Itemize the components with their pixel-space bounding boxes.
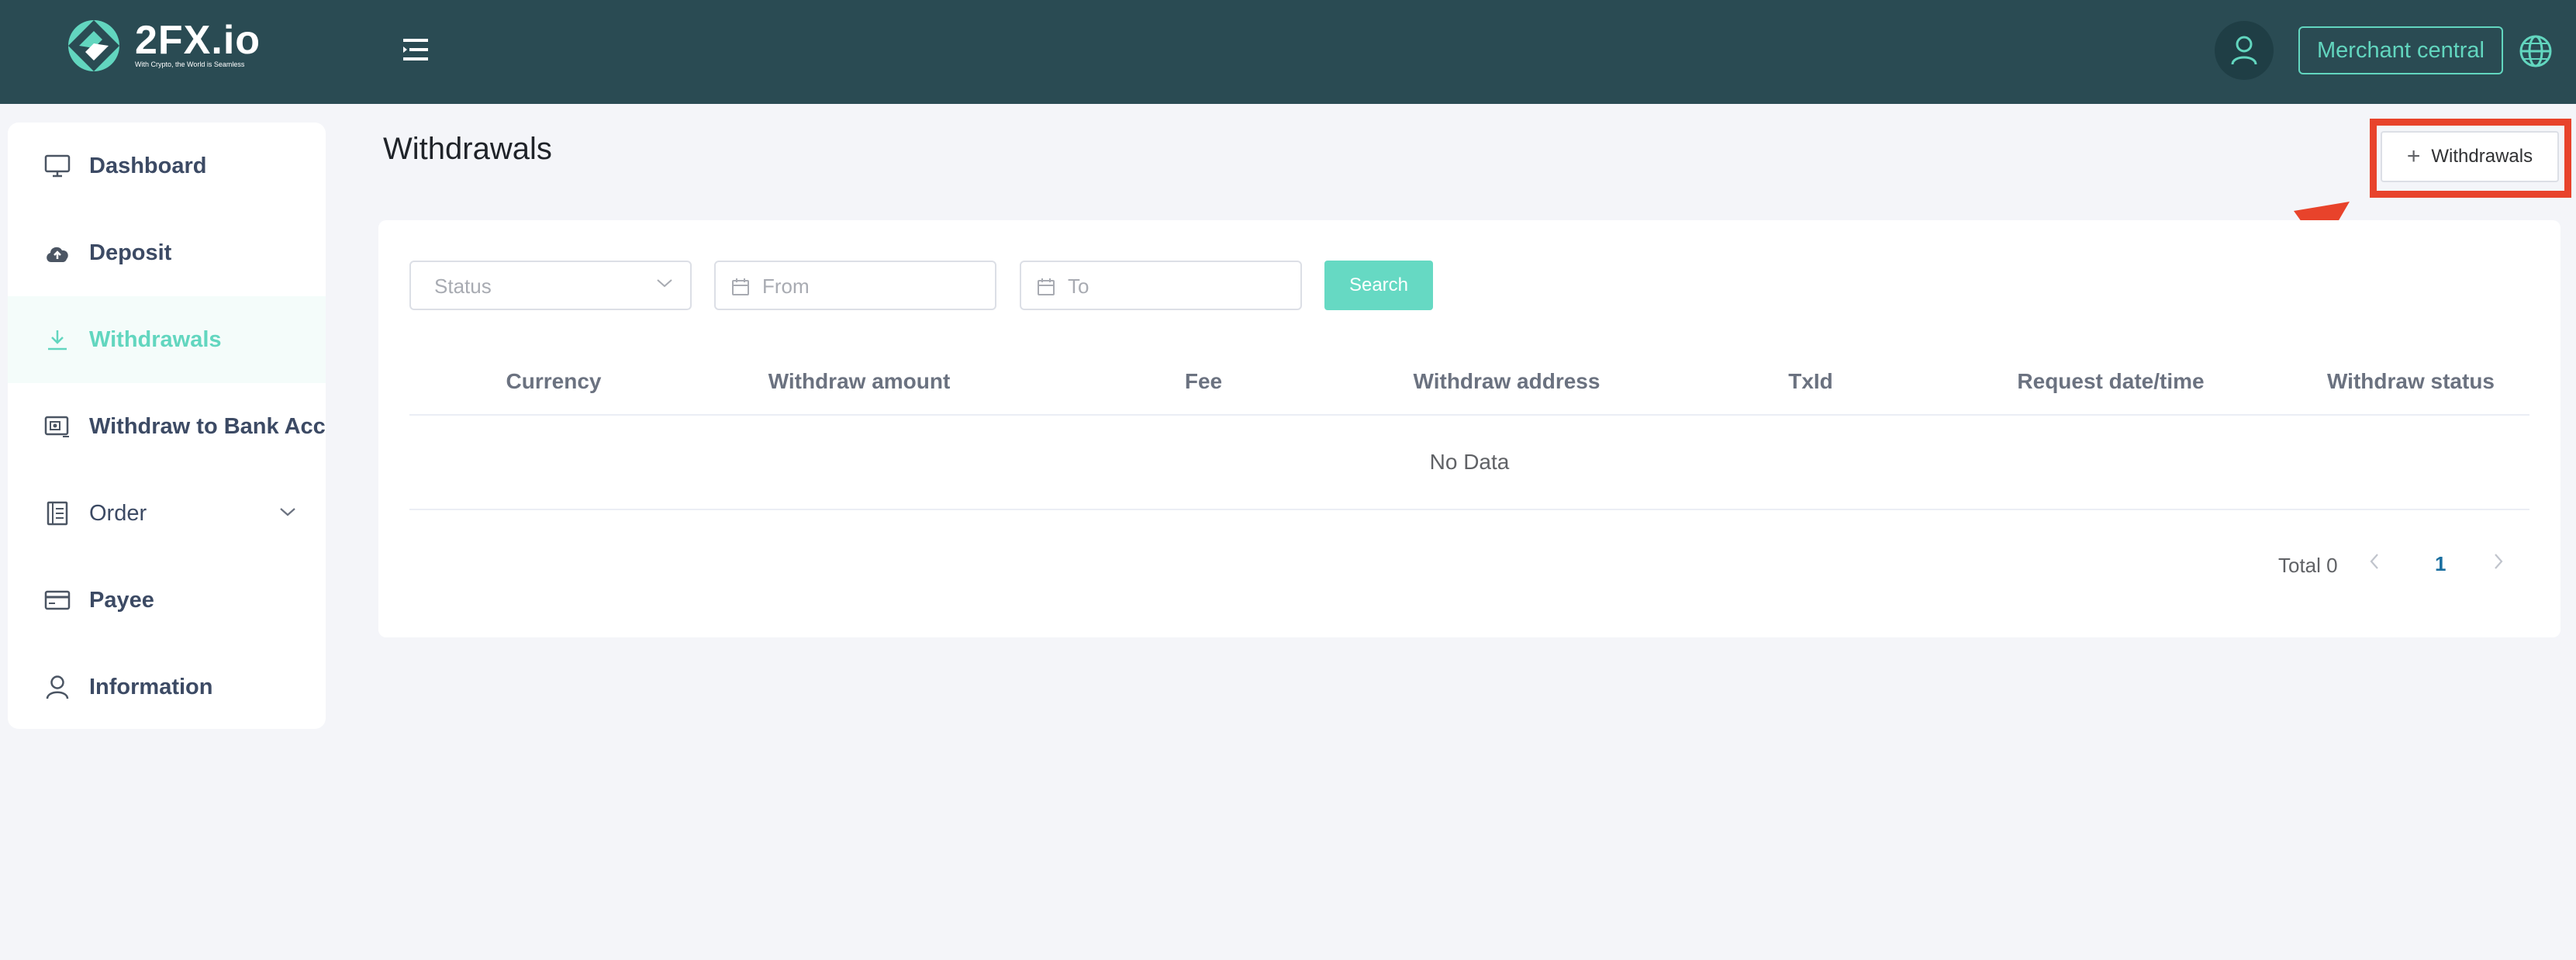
calendar-icon: [731, 278, 750, 300]
sidebar-item-label: Withdrawals: [89, 326, 222, 352]
sidebar-item-withdraw-to-bank[interactable]: Withdraw to Bank Account: [8, 383, 326, 470]
person-icon: [42, 672, 73, 703]
credit-card-icon: [42, 585, 73, 616]
user-icon: [2231, 36, 2257, 65]
sidebar: Dashboard Deposit Withdrawals Withdraw t…: [8, 123, 326, 729]
to-date-field: [1020, 261, 1302, 310]
sidebar-item-withdrawals[interactable]: Withdrawals: [8, 296, 326, 383]
sidebar-item-dashboard[interactable]: Dashboard: [8, 123, 326, 209]
cloud-upload-icon: [42, 237, 73, 268]
monitor-icon: [42, 150, 73, 181]
column-fee[interactable]: Fee: [1185, 369, 1222, 394]
sidebar-item-label: Payee: [89, 587, 154, 613]
pagination-page-current[interactable]: 1: [2435, 552, 2446, 576]
sidebar-item-label: Deposit: [89, 240, 172, 265]
add-withdrawal-button[interactable]: + Withdrawals: [2381, 131, 2559, 182]
pagination-total: Total 0: [2278, 554, 2338, 577]
logo-icon: [68, 20, 119, 71]
status-placeholder: Status: [434, 275, 492, 298]
from-date-input[interactable]: [762, 270, 979, 302]
search-button[interactable]: Search: [1324, 261, 1433, 310]
empty-text: No Data: [1429, 450, 1510, 474]
add-withdrawal-label: Withdrawals: [2431, 146, 2533, 167]
to-date-input[interactable]: [1068, 270, 1285, 302]
column-withdraw-address[interactable]: Withdraw address: [1414, 369, 1601, 394]
brand-tagline: With Crypto, the World is Seamless: [135, 60, 245, 68]
table-header: Currency Withdraw amount Fee Withdraw ad…: [409, 351, 2529, 416]
status-select[interactable]: Status: [409, 261, 692, 310]
plus-icon: +: [2406, 143, 2421, 169]
sidebar-item-information[interactable]: Information: [8, 644, 326, 729]
from-date-field: [714, 261, 996, 310]
globe-icon[interactable]: [2519, 34, 2553, 68]
sidebar-item-label: Order: [89, 500, 147, 526]
document-icon: [42, 498, 73, 529]
bank-card-icon: [42, 411, 73, 442]
column-withdraw-status[interactable]: Withdraw status: [2327, 369, 2495, 394]
sidebar-item-order[interactable]: Order: [8, 470, 326, 557]
merchant-central-button[interactable]: Merchant central: [2298, 26, 2503, 74]
user-avatar-button[interactable]: [2215, 21, 2274, 80]
table-empty-row: No Data: [409, 416, 2529, 510]
sidebar-item-deposit[interactable]: Deposit: [8, 209, 326, 296]
chevron-left-icon[interactable]: [2368, 552, 2381, 575]
column-currency[interactable]: Currency: [506, 369, 602, 394]
chevron-right-icon[interactable]: [2492, 552, 2505, 575]
column-withdraw-amount[interactable]: Withdraw amount: [768, 369, 951, 394]
page-title: Withdrawals: [383, 132, 552, 166]
brand-name: 2FX.io: [135, 18, 261, 63]
sidebar-item-label: Information: [89, 674, 213, 699]
column-request-datetime[interactable]: Request date/time: [2017, 369, 2204, 394]
chevron-down-icon: [656, 278, 673, 292]
chevron-down-icon: [279, 506, 296, 521]
sidebar-item-payee[interactable]: Payee: [8, 557, 326, 644]
sidebar-item-label: Dashboard: [89, 153, 207, 178]
brand-logo[interactable]: 2FX.io With Crypto, the World is Seamles…: [64, 16, 296, 78]
column-txid[interactable]: TxId: [1788, 369, 1833, 394]
top-bar: 2FX.io With Crypto, the World is Seamles…: [0, 0, 2576, 104]
menu-icon[interactable]: [399, 36, 433, 64]
withdrawals-card: Status Search Currency Withdraw amount F…: [378, 220, 2560, 637]
sidebar-item-label: Withdraw to Bank Account: [89, 413, 326, 439]
download-icon: [42, 324, 73, 355]
calendar-icon: [1037, 278, 1055, 300]
